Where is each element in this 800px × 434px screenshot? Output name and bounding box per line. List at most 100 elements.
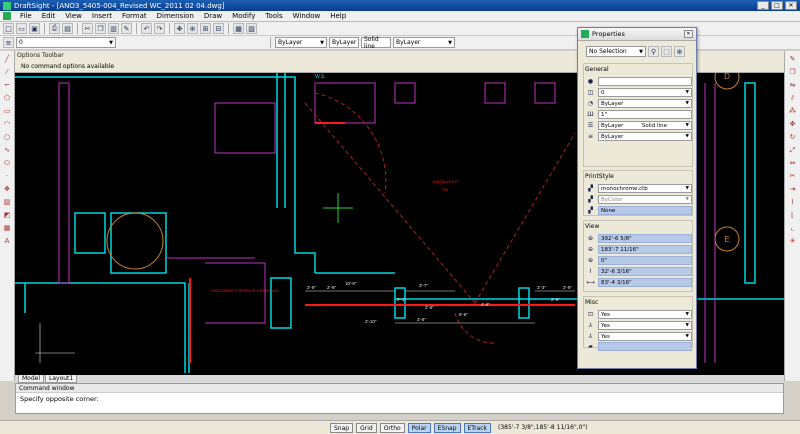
print-icon[interactable]: ⎙ — [49, 23, 60, 34]
ortho-toggle[interactable]: Ortho — [379, 422, 405, 433]
view-width-field[interactable]: 83'-4 3/16" — [598, 277, 692, 287]
grid-toggle[interactable]: Grid — [356, 422, 377, 433]
misc-field-4[interactable] — [598, 341, 692, 351]
open-icon[interactable]: ▭ — [16, 23, 27, 34]
menu-help[interactable]: Help — [325, 12, 351, 20]
menu-format[interactable]: Format — [117, 12, 152, 20]
scale-icon[interactable]: ⤢ — [788, 145, 798, 155]
zoom-previous-icon[interactable]: ⊟ — [213, 23, 224, 34]
print-preview-icon[interactable]: ▤ — [62, 23, 73, 34]
polar-toggle[interactable]: Polar — [407, 422, 431, 433]
line-icon[interactable]: ╱ — [2, 54, 12, 64]
explode-icon[interactable]: ✳ — [788, 236, 798, 246]
infinite-line-icon[interactable]: ⁄ — [2, 67, 12, 77]
break-icon[interactable]: ⌇ — [788, 197, 798, 207]
printstyle-attached-field[interactable]: None — [598, 205, 692, 215]
pan-icon[interactable]: ✥ — [174, 23, 185, 34]
general-color-field[interactable] — [598, 76, 692, 86]
properties-title-bar[interactable]: Properties ✕ — [578, 28, 696, 41]
polyline-icon[interactable]: ⌐ — [2, 80, 12, 90]
layers-icon[interactable]: ▧ — [246, 23, 257, 34]
close-icon[interactable]: ✕ — [684, 30, 693, 38]
snap-toggle[interactable]: Snap — [330, 422, 354, 433]
view-height-field[interactable]: 32'-6 3/16" — [598, 266, 692, 276]
menu-edit[interactable]: Edit — [37, 12, 61, 20]
misc-field-1[interactable]: Yes ▼ — [598, 309, 692, 319]
layer-manager-icon[interactable]: ≡ — [3, 37, 14, 48]
copy-icon[interactable]: ❐ — [95, 23, 106, 34]
point-icon[interactable]: · — [2, 171, 12, 181]
misc-field-3[interactable]: Yes ▼ — [598, 331, 692, 341]
offset-icon[interactable]: ⫽ — [788, 93, 798, 103]
arc-icon[interactable]: ◠ — [2, 119, 12, 129]
zoom-icon[interactable]: ⊕ — [187, 23, 198, 34]
view-center-z-field[interactable]: 0" — [598, 255, 692, 265]
extend-icon[interactable]: ⇥ — [788, 184, 798, 194]
save-icon[interactable]: ▣ — [29, 23, 40, 34]
paste-icon[interactable]: ▥ — [108, 23, 119, 34]
general-linecolor-field[interactable]: ByLayer ▼ — [598, 98, 692, 108]
trim-icon[interactable]: ✂ — [788, 171, 798, 181]
menu-file[interactable]: File — [15, 12, 37, 20]
menu-view[interactable]: View — [60, 12, 87, 20]
selection-dropdown[interactable]: No Selection ▼ — [586, 46, 646, 57]
layer-dropdown[interactable]: 0 ▼ — [16, 37, 116, 48]
general-lineweight-field[interactable]: ByLayer ▼ — [598, 131, 692, 141]
undo-icon[interactable]: ↶ — [141, 23, 152, 34]
printstyle-table-field[interactable]: monochrome.ctb ▼ — [598, 183, 692, 193]
tab-model[interactable]: Model — [18, 375, 45, 383]
zoom-window-icon[interactable]: ⊞ — [200, 23, 211, 34]
circle-icon[interactable]: ○ — [2, 132, 12, 142]
linestyle-dropdown[interactable]: ByLayer — [329, 37, 359, 48]
linetype-dropdown[interactable]: ByLayer ▼ — [393, 37, 455, 48]
general-scale-field[interactable]: 1" — [598, 109, 692, 119]
general-layer-field[interactable]: 0 ▼ — [598, 87, 692, 97]
close-button[interactable]: ✕ — [785, 1, 797, 10]
menu-modify[interactable]: Modify — [227, 12, 260, 20]
redo-icon[interactable]: ↷ — [154, 23, 165, 34]
select-entities-icon[interactable]: ⬚ — [661, 46, 672, 57]
properties-icon[interactable]: ▦ — [233, 23, 244, 34]
spline-icon[interactable]: ∿ — [2, 145, 12, 155]
view-center-y-field[interactable]: 183'-7 11/16" — [598, 244, 692, 254]
quick-select-icon[interactable]: ⚲ — [648, 46, 659, 57]
move-icon[interactable]: ✥ — [788, 119, 798, 129]
menu-dimension[interactable]: Dimension — [152, 12, 199, 20]
copy-entity-icon[interactable]: ❐ — [788, 67, 798, 77]
menu-draw[interactable]: Draw — [199, 12, 227, 20]
new-icon[interactable]: □ — [3, 23, 14, 34]
color-dropdown[interactable]: ByLayer ▼ — [275, 37, 327, 48]
region-icon[interactable]: ◩ — [2, 210, 12, 220]
menu-window[interactable]: Window — [288, 12, 326, 20]
cut-icon[interactable]: ✂ — [82, 23, 93, 34]
lineweight-dropdown[interactable]: Solid line — [361, 36, 391, 50]
polygon-icon[interactable]: ⬠ — [2, 93, 12, 103]
rotate-icon[interactable]: ↻ — [788, 132, 798, 142]
command-window[interactable]: Command window Specify opposite corner: — [15, 383, 784, 414]
document-icon[interactable] — [3, 12, 11, 20]
hatch-icon[interactable]: ▨ — [2, 197, 12, 207]
table-icon[interactable]: ▦ — [2, 223, 12, 233]
view-center-x-field[interactable]: 392'-6 5/8" — [598, 233, 692, 243]
printstyle-style-field[interactable]: ByColor ▼ — [598, 194, 692, 204]
block-icon[interactable]: ❖ — [2, 184, 12, 194]
esnap-toggle[interactable]: ESnap — [433, 422, 461, 433]
erase-icon[interactable]: ✎ — [788, 54, 798, 64]
stretch-icon[interactable]: ⇔ — [788, 158, 798, 168]
fillet-icon[interactable]: ⌞ — [788, 223, 798, 233]
menu-tools[interactable]: Tools — [260, 12, 287, 20]
etrack-toggle[interactable]: ETrack — [463, 422, 491, 433]
mirror-icon[interactable]: ⇋ — [788, 80, 798, 90]
rectangle-icon[interactable]: ▭ — [2, 106, 12, 116]
pattern-icon[interactable]: ⁂ — [788, 106, 798, 116]
match-properties-icon[interactable]: ✎ — [121, 23, 132, 34]
menu-insert[interactable]: Insert — [87, 12, 117, 20]
text-icon[interactable]: A — [2, 236, 12, 246]
ellipse-icon[interactable]: ⬭ — [2, 158, 12, 168]
toggle-pickadd-icon[interactable]: ⊕ — [674, 46, 685, 57]
chamfer-icon[interactable]: ⌊ — [788, 210, 798, 220]
minimize-button[interactable]: _ — [757, 1, 769, 10]
tab-layout1[interactable]: Layout1 — [45, 375, 78, 383]
general-linestyle-field[interactable]: ByLayer Solid line ▼ — [598, 120, 692, 130]
maximize-button[interactable]: □ — [771, 1, 783, 10]
